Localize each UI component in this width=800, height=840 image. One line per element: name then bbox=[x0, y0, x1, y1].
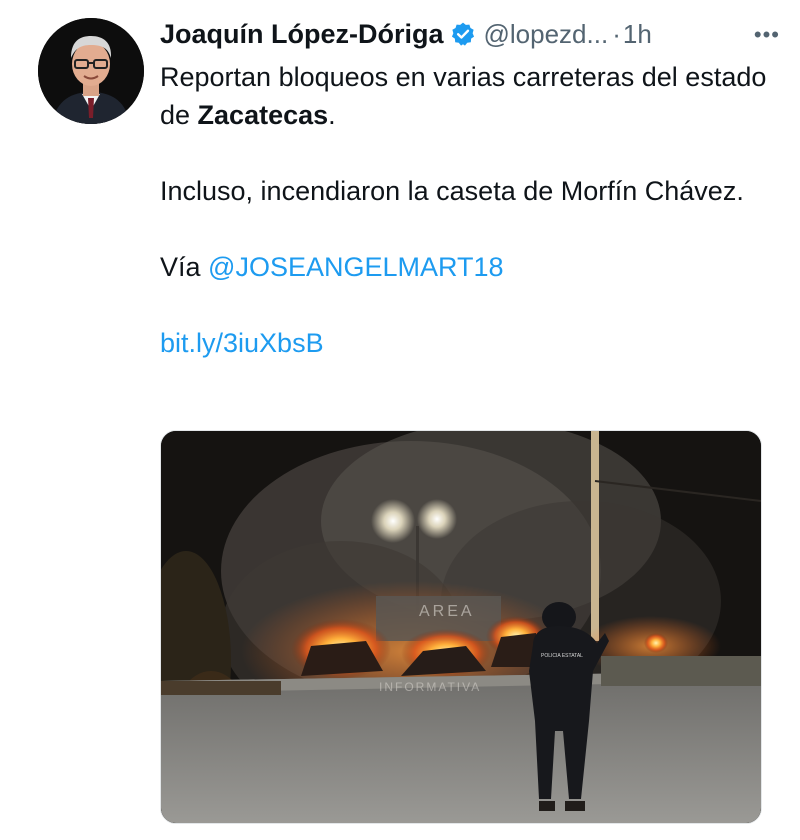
tweet-text-part: . bbox=[328, 100, 336, 130]
tweet-timestamp[interactable]: 1h bbox=[623, 19, 652, 50]
tweet-text-bold: Zacatecas bbox=[197, 100, 329, 130]
tweet-paragraph-1: Reportan bloqueos en varias carreteras d… bbox=[160, 58, 770, 134]
author-avatar[interactable] bbox=[38, 18, 144, 124]
watermark-bottom: INFORMATIVA bbox=[379, 680, 481, 694]
tweet-paragraph-2: Incluso, incendiaron la caseta de Morfín… bbox=[160, 176, 744, 206]
verified-badge-icon bbox=[450, 21, 476, 47]
tweet-text: Reportan bloqueos en varias carreteras d… bbox=[160, 58, 770, 362]
author-name[interactable]: Joaquín López-Dóriga bbox=[160, 19, 444, 50]
more-options-icon[interactable]: ••• bbox=[754, 22, 780, 48]
via-label: Vía bbox=[160, 252, 209, 282]
tweet-paragraph-3: Vía @JOSEANGELMART18 bbox=[160, 248, 770, 286]
officer-vest-text: POLICIA ESTATAL bbox=[541, 653, 583, 659]
tweet-media-image[interactable]: AREA INFORMATIVA POLICIA ESTATAL bbox=[160, 430, 762, 824]
author-handle[interactable]: @lopezd... bbox=[484, 19, 609, 50]
tweet-paragraph-4: bit.ly/3iuXbsB bbox=[160, 324, 770, 362]
url-link[interactable]: bit.ly/3iuXbsB bbox=[160, 328, 324, 358]
mention-link[interactable]: @JOSEANGELMART18 bbox=[208, 252, 504, 282]
header-separator: · bbox=[612, 18, 621, 49]
watermark-top: AREA bbox=[419, 603, 475, 620]
tweet-header: Joaquín López-Dóriga @lopezd... · 1h ••• bbox=[160, 14, 780, 54]
